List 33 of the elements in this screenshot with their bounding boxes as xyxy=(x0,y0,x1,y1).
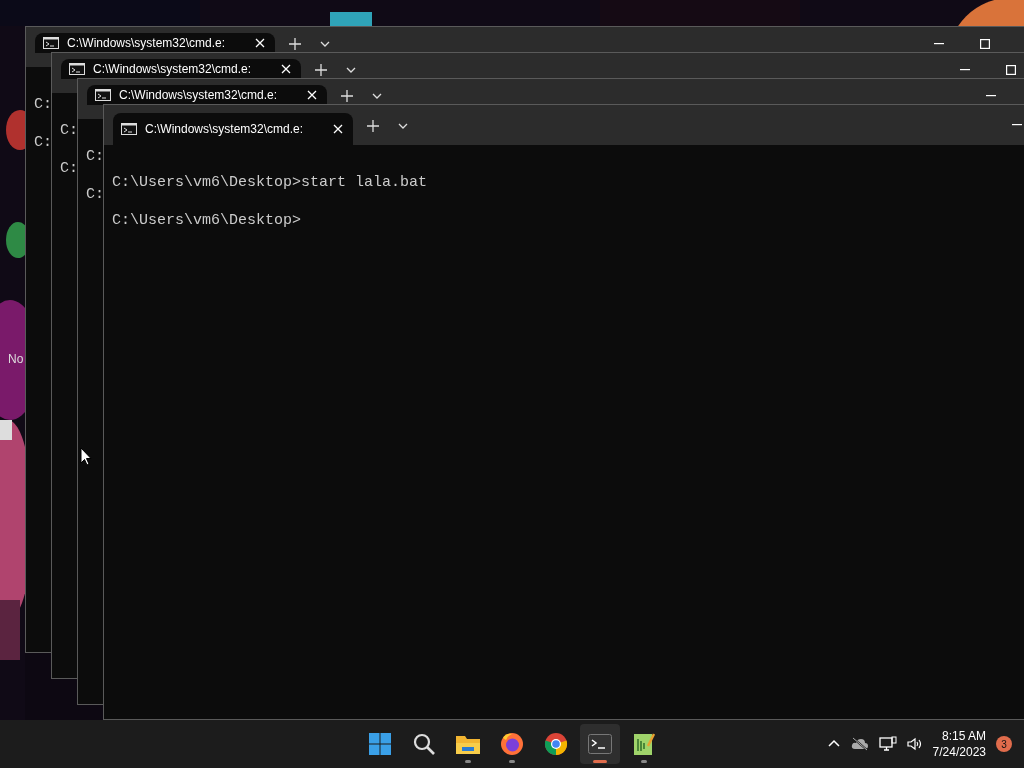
new-tab-icon[interactable] xyxy=(286,35,304,53)
new-tab-icon[interactable] xyxy=(312,61,330,79)
new-tab-icon[interactable] xyxy=(338,87,356,105)
notification-badge[interactable]: 3 xyxy=(996,736,1012,752)
terminal-tab[interactable]: C:\Windows\system32\cmd.e: xyxy=(113,113,353,145)
console-icon xyxy=(121,123,137,135)
close-icon[interactable] xyxy=(307,90,317,100)
console-icon xyxy=(69,63,85,75)
volume-icon[interactable] xyxy=(906,737,923,751)
terminal-icon[interactable] xyxy=(580,724,620,764)
close-icon[interactable] xyxy=(281,64,291,74)
terminal-tab[interactable]: C:\Windows\system32\cmd.e: xyxy=(61,59,301,79)
clock-time[interactable]: 8:15 AM xyxy=(932,728,986,744)
mouse-cursor-icon xyxy=(80,447,92,466)
close-icon[interactable] xyxy=(255,38,265,48)
console-icon xyxy=(43,37,59,49)
console-line: C:\Users\vm6\Desktop>start lala.bat xyxy=(112,174,428,191)
console-line: C:\Users\vm6\Desktop> xyxy=(112,212,302,229)
console-line: C: xyxy=(60,122,78,139)
console-line: C: xyxy=(86,186,104,203)
close-icon[interactable] xyxy=(333,124,343,134)
cloud-off-icon[interactable] xyxy=(850,737,869,751)
terminal-tab[interactable]: C:\Windows\system32\cmd.e: xyxy=(35,33,275,53)
console-icon xyxy=(95,89,111,101)
console-line: C: xyxy=(86,148,104,165)
desktop-icon-label[interactable]: No xyxy=(8,350,24,368)
console-line: C: xyxy=(34,96,52,113)
clock-date[interactable]: 7/24/2023 xyxy=(932,744,986,760)
new-tab-icon[interactable] xyxy=(364,117,382,135)
console-line: C: xyxy=(60,160,78,177)
network-icon[interactable] xyxy=(878,736,897,752)
console-line: C: xyxy=(34,134,52,151)
terminal-tab[interactable]: C:\Windows\system32\cmd.e: xyxy=(87,85,327,105)
